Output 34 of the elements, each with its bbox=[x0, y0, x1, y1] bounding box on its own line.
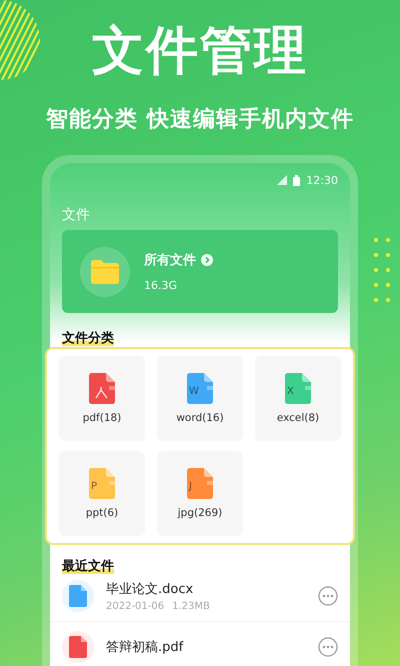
file-name: 毕业论文.docx bbox=[106, 581, 194, 598]
category-tile[interactable]: J jpg(269) bbox=[157, 451, 243, 536]
category-label: jpg(269) bbox=[178, 507, 222, 519]
screen-title: 文件 bbox=[61, 206, 91, 224]
file-letter: W bbox=[189, 386, 199, 397]
file-letter: J bbox=[189, 481, 192, 492]
status-time: 12:30 bbox=[306, 174, 338, 186]
category-tile[interactable]: X excel(8) bbox=[255, 356, 341, 441]
file-date: 2022-01-06 bbox=[106, 601, 164, 612]
file-size: 1.23MB bbox=[172, 601, 210, 612]
file-letter: X bbox=[287, 386, 294, 397]
all-files-label: 所有文件 bbox=[144, 252, 196, 269]
category-tile[interactable]: pdf(18) bbox=[59, 356, 145, 441]
recent-file-row[interactable]: 毕业论文.docx 2022-01-06 1.23MB bbox=[50, 571, 350, 622]
signal-icon bbox=[277, 175, 288, 185]
category-label: excel(8) bbox=[276, 412, 320, 424]
recent-file-row[interactable]: 答辩初稿.pdf bbox=[50, 622, 350, 666]
more-icon[interactable] bbox=[318, 637, 338, 657]
category-label: word(16) bbox=[176, 412, 224, 424]
file-name: 答辩初稿.pdf bbox=[106, 639, 184, 656]
category-tile[interactable]: W word(16) bbox=[157, 356, 243, 441]
category-label: pdf(18) bbox=[82, 412, 122, 424]
tagline: 智能分类 快速编辑手机内文件 bbox=[44, 106, 355, 134]
chevron-right-icon bbox=[201, 254, 213, 266]
file-letter: P bbox=[91, 481, 98, 492]
battery-icon bbox=[293, 174, 300, 186]
storage-size: 16.3G bbox=[144, 279, 178, 292]
category-tile[interactable]: P ppt(6) bbox=[59, 451, 145, 536]
category-label: ppt(6) bbox=[86, 507, 118, 519]
file-icon-circle bbox=[62, 580, 94, 612]
folder-icon bbox=[91, 260, 119, 284]
headline: 文件管理 bbox=[91, 20, 309, 82]
more-icon[interactable] bbox=[318, 586, 338, 606]
file-icon-circle bbox=[62, 631, 94, 663]
